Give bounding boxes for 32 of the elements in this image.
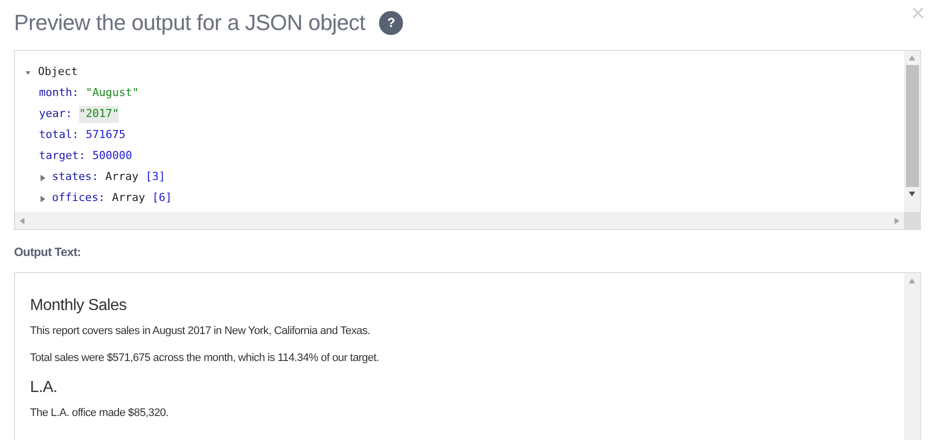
scroll-up-icon[interactable] (908, 277, 916, 285)
scroll-right-icon[interactable] (893, 216, 901, 224)
object-label: Object (38, 64, 78, 80)
property-type: Array (112, 190, 146, 206)
output-paragraph: This report covers sales in August 2017 in New York, California and Texas. (30, 324, 372, 339)
scroll-left-icon[interactable] (18, 216, 26, 224)
vertical-scrollbar[interactable] (904, 273, 920, 440)
dialog-title: Preview the output for a JSON object (14, 9, 366, 37)
help-button[interactable]: ? (379, 10, 404, 34)
expand-arrow-icon[interactable] (39, 194, 47, 202)
output-paragraph: Total sales were $571,675 across the month, which is 114.34% of our target. (30, 351, 380, 366)
scroll-up-icon[interactable] (908, 54, 916, 62)
property-key: offices: (52, 190, 105, 207)
property-key: year: (39, 106, 72, 123)
property-type: Array (105, 169, 138, 186)
property-key: states: (52, 169, 98, 186)
array-count: [3] (145, 169, 166, 186)
scrollbar-thumb[interactable] (906, 65, 918, 187)
output-paragraph: The L.A. office made $85,320. (30, 406, 170, 421)
output-label: Output Text: (14, 244, 82, 261)
scroll-down-icon[interactable] (908, 190, 916, 198)
collapse-arrow-icon[interactable] (25, 68, 31, 76)
property-key: target: (39, 148, 86, 165)
output-heading: L.A. (30, 378, 58, 398)
array-count: [6] (152, 190, 172, 206)
property-value: "2017" (79, 106, 119, 123)
output-heading: Monthly Sales (30, 296, 128, 316)
expand-arrow-icon[interactable] (39, 174, 47, 182)
horizontal-scrollbar[interactable] (15, 212, 904, 229)
property-key: total: (39, 127, 79, 144)
vertical-scrollbar[interactable] (904, 51, 920, 212)
property-key: month: (39, 85, 79, 102)
